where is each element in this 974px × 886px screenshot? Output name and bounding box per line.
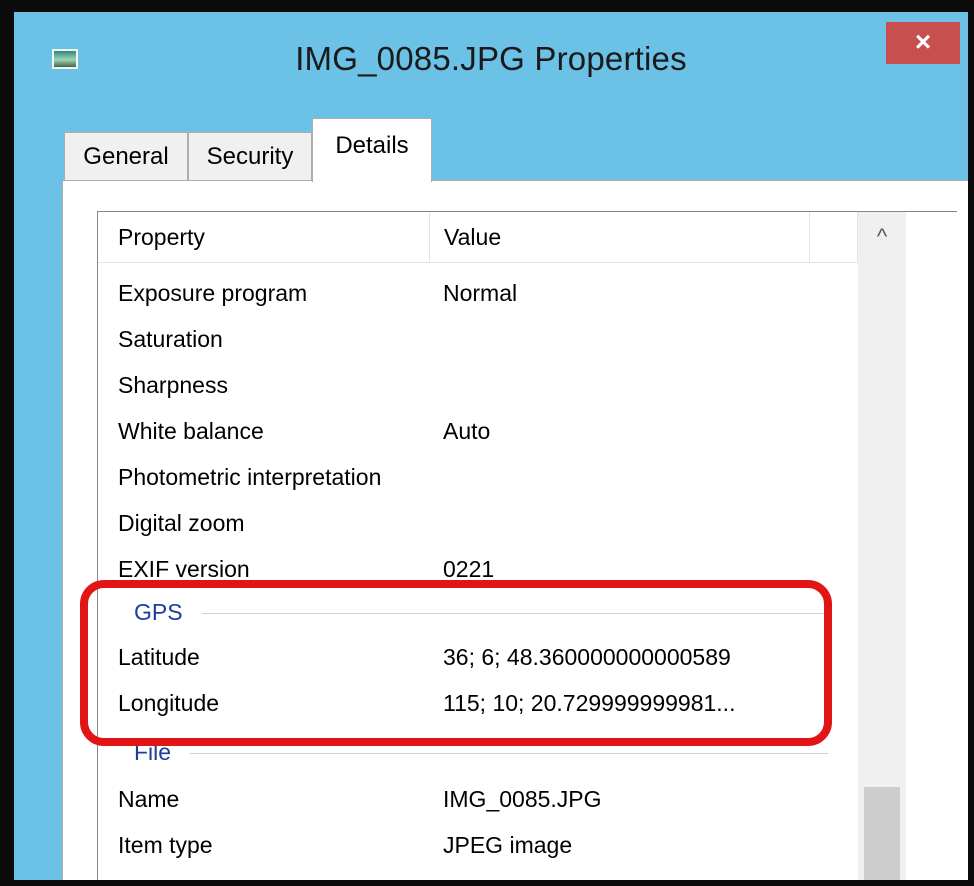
- property-name: Digital zoom: [118, 510, 245, 536]
- property-name: Saturation: [118, 326, 223, 352]
- screen-frame-bottom: [0, 880, 974, 886]
- property-name: Sharpness: [118, 372, 228, 398]
- list-item[interactable]: Saturation: [98, 316, 858, 362]
- property-value: 0221: [443, 556, 495, 582]
- screen-frame-right: [968, 0, 974, 886]
- list-item[interactable]: Latitude 36; 6; 48.360000000000589: [98, 634, 858, 680]
- list-item[interactable]: Longitude 115; 10; 20.729999999981...: [98, 680, 858, 726]
- property-name: Name: [118, 786, 180, 812]
- list-item[interactable]: Digital zoom: [98, 500, 858, 546]
- property-name: Exposure program: [118, 280, 308, 306]
- property-value: 115; 10; 20.729999999981...: [443, 690, 736, 716]
- property-value: 36; 6; 48.360000000000589: [443, 644, 731, 670]
- group-divider: [190, 753, 828, 754]
- property-value: Normal: [443, 280, 518, 306]
- column-header-empty[interactable]: [810, 212, 858, 262]
- tab-general[interactable]: General: [64, 132, 188, 180]
- chevron-up-icon[interactable]: ^: [858, 212, 906, 262]
- property-name: Latitude: [118, 644, 200, 670]
- list-item[interactable]: Item type JPEG image: [98, 822, 858, 868]
- group-label: GPS: [134, 599, 183, 625]
- group-label: File: [134, 739, 172, 765]
- group-divider: [202, 613, 828, 614]
- list-item[interactable]: Photometric interpretation: [98, 454, 858, 500]
- list-item[interactable]: Name IMG_0085.JPG: [98, 776, 858, 822]
- vertical-scrollbar[interactable]: ^: [858, 212, 906, 880]
- tab-details[interactable]: Details: [312, 118, 432, 182]
- window-title: IMG_0085.JPG Properties: [295, 40, 687, 77]
- property-value: Auto: [443, 418, 491, 444]
- group-header-gps[interactable]: GPS: [98, 592, 858, 632]
- close-icon: ×: [914, 26, 932, 57]
- details-panel: Property Value Exposure program Normal S…: [62, 180, 968, 880]
- screen-frame-left: [0, 0, 14, 886]
- header-divider: [98, 262, 858, 263]
- screen-frame-top: [0, 0, 974, 12]
- property-name: Longitude: [118, 690, 220, 716]
- column-header-value[interactable]: Value: [430, 212, 810, 262]
- property-name: EXIF version: [118, 556, 250, 582]
- list-header: Property Value: [98, 212, 858, 262]
- list-item[interactable]: Sharpness: [98, 362, 858, 408]
- details-list[interactable]: Property Value Exposure program Normal S…: [97, 211, 957, 880]
- tab-security[interactable]: Security: [188, 132, 312, 180]
- list-item[interactable]: EXIF version 0221: [98, 546, 858, 592]
- title-bar[interactable]: IMG_0085.JPG Properties ×: [14, 12, 968, 104]
- list-item[interactable]: White balance Auto: [98, 408, 858, 454]
- property-name: White balance: [118, 418, 264, 444]
- property-name: Item type: [118, 832, 213, 858]
- property-value: IMG_0085.JPG: [443, 786, 602, 812]
- properties-window: IMG_0085.JPG Properties × General Securi…: [14, 12, 968, 880]
- list-item[interactable]: Exposure program Normal: [98, 270, 858, 316]
- property-value: JPEG image: [443, 832, 573, 858]
- scroll-thumb[interactable]: [864, 787, 900, 880]
- close-button[interactable]: ×: [886, 22, 960, 64]
- property-name: Photometric interpretation: [118, 464, 382, 490]
- column-header-property[interactable]: Property: [98, 212, 430, 262]
- group-header-file[interactable]: File: [98, 732, 858, 772]
